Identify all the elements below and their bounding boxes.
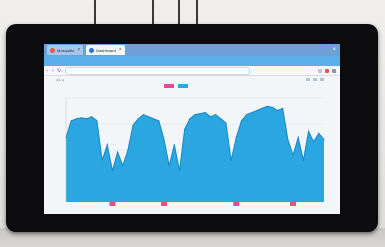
data-point xyxy=(178,170,181,172)
data-point xyxy=(266,105,268,107)
data-point xyxy=(111,170,114,172)
browser-tab-mosquitto[interactable]: Mosquitto × xyxy=(47,45,84,55)
event-marker xyxy=(161,202,168,206)
data-point xyxy=(276,109,279,112)
data-point xyxy=(86,118,88,120)
data-point xyxy=(235,136,237,139)
data-point xyxy=(70,120,72,122)
data-point xyxy=(199,113,201,115)
event-marker xyxy=(109,202,116,206)
tab-label: Mosquitto xyxy=(57,47,75,53)
display-bezel: Mosquitto × Dashboard × × ‹ › ↻ ● ▸ ◂ xyxy=(6,24,378,232)
screen: Mosquitto × Dashboard × × ‹ › ↻ ● ▸ ◂ xyxy=(44,44,340,214)
legend-swatch xyxy=(164,84,174,88)
data-point xyxy=(302,159,304,161)
data-point xyxy=(323,139,325,141)
close-tab-icon[interactable]: × xyxy=(119,47,122,53)
chart-legend xyxy=(164,84,188,88)
data-point xyxy=(91,116,93,118)
window-close-icon[interactable]: × xyxy=(332,47,336,53)
data-point xyxy=(163,139,165,141)
refresh-control[interactable] xyxy=(320,78,324,81)
dashboard-controls xyxy=(306,78,324,81)
page-header xyxy=(44,56,340,66)
data-point xyxy=(142,114,144,116)
cable xyxy=(94,0,96,26)
data-point xyxy=(240,120,243,122)
data-point xyxy=(246,114,248,116)
data-point xyxy=(209,116,212,118)
data-point xyxy=(147,116,150,118)
toolbar-icons xyxy=(318,68,336,73)
event-marker xyxy=(290,202,297,206)
cable xyxy=(178,0,180,26)
extension-icon[interactable] xyxy=(325,68,329,73)
data-point xyxy=(271,106,273,108)
data-point xyxy=(230,159,232,161)
data-point xyxy=(96,120,98,122)
data-point xyxy=(122,165,124,167)
data-point xyxy=(168,165,170,167)
site-favicon-icon xyxy=(89,47,95,53)
legend-swatch xyxy=(178,84,188,88)
zoom-control[interactable] xyxy=(306,78,310,81)
data-point xyxy=(194,114,196,116)
time-range-control[interactable] xyxy=(313,78,317,81)
data-point xyxy=(251,111,253,114)
data-point xyxy=(173,144,175,146)
data-point xyxy=(127,149,129,151)
data-point xyxy=(75,118,77,120)
data-point xyxy=(225,122,227,124)
site-favicon-icon xyxy=(50,47,55,53)
data-point xyxy=(307,130,310,132)
data-point xyxy=(80,117,83,119)
data-point xyxy=(287,139,289,141)
event-marker xyxy=(233,202,240,206)
data-point xyxy=(106,144,108,146)
cable xyxy=(196,0,198,26)
menu-icon[interactable] xyxy=(332,68,336,73)
data-point xyxy=(318,132,320,134)
address-bar[interactable] xyxy=(65,66,250,75)
data-point xyxy=(204,111,206,114)
cable xyxy=(152,0,154,26)
data-point xyxy=(137,118,139,120)
data-point xyxy=(292,154,294,156)
data-point xyxy=(158,120,160,122)
browser-toolbar: ‹ › ↻ xyxy=(44,66,340,76)
dashboard-nav: ● ▸ ◂ xyxy=(56,77,64,82)
data-point xyxy=(297,136,299,139)
data-point xyxy=(220,118,222,120)
data-point xyxy=(261,107,263,109)
data-point xyxy=(132,124,134,126)
data-point xyxy=(184,128,186,130)
tab-label: Dashboard xyxy=(96,47,116,53)
data-point xyxy=(153,118,155,120)
data-point xyxy=(313,141,315,143)
data-point xyxy=(256,109,258,112)
browser-tab-dashboard[interactable]: Dashboard × xyxy=(86,45,125,55)
data-point xyxy=(101,159,103,161)
data-point xyxy=(189,118,191,120)
browser-tab-bar: Mosquitto × Dashboard × × xyxy=(44,44,340,56)
reload-icon[interactable]: ↻ xyxy=(56,68,62,74)
dashboard-toolbar: ● ▸ ◂ xyxy=(44,76,340,83)
data-point xyxy=(282,107,284,109)
close-tab-icon[interactable]: × xyxy=(77,47,80,53)
data-point xyxy=(117,151,119,153)
extension-icon[interactable] xyxy=(318,68,322,73)
area-chart xyxy=(65,97,325,206)
data-point xyxy=(215,114,217,116)
